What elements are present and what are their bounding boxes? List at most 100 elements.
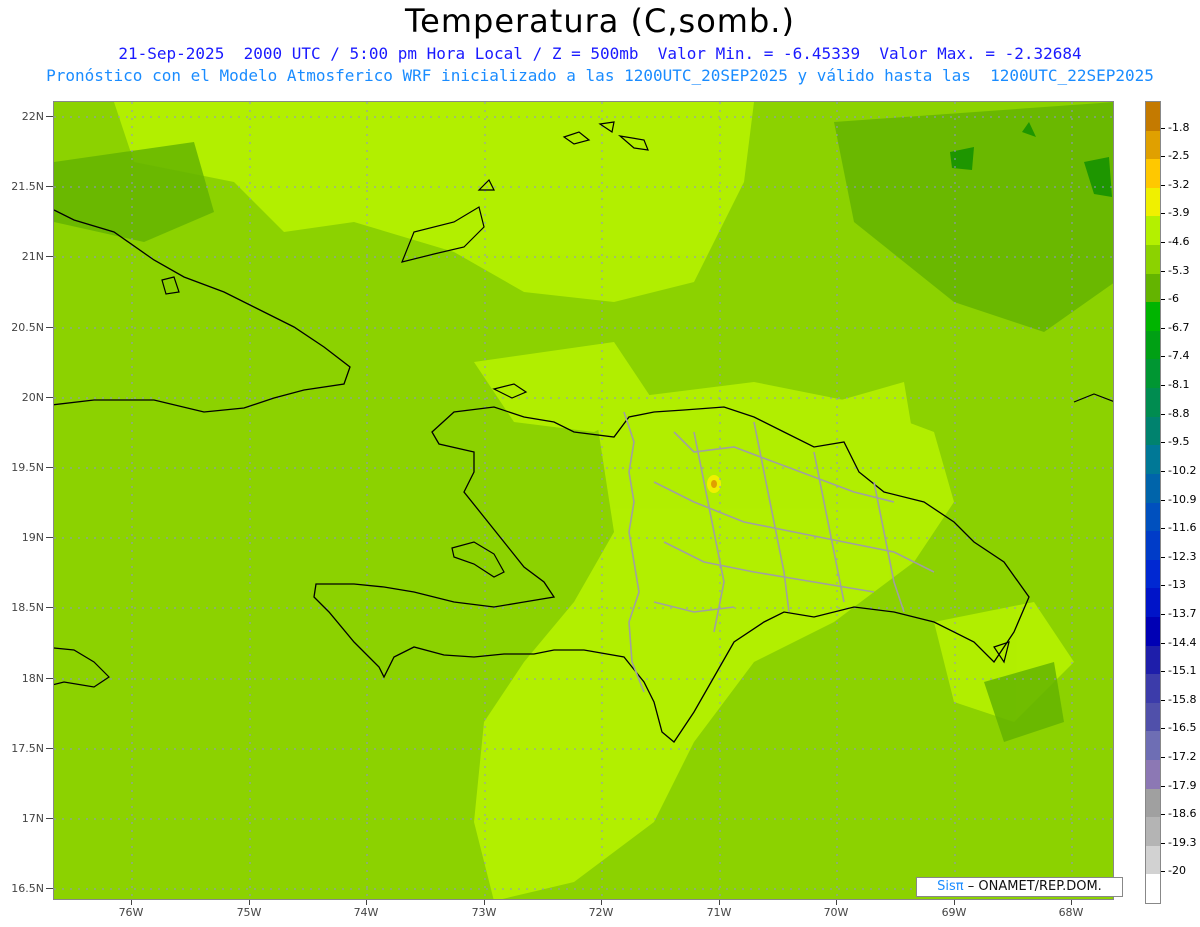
colorbar-label: -13.7 — [1168, 606, 1197, 620]
x-tick — [601, 900, 602, 905]
colorbar-label: -12.3 — [1168, 549, 1197, 563]
colorbar-swatch — [1146, 559, 1160, 589]
colorbar-tick — [1161, 299, 1165, 301]
colorbar-swatch — [1146, 159, 1160, 189]
colorbar-swatch — [1146, 817, 1160, 847]
colorbar-swatch — [1146, 473, 1160, 503]
colorbar-swatch — [1146, 130, 1160, 160]
colorbar-swatch — [1146, 502, 1160, 532]
colorbar-tick — [1161, 642, 1165, 644]
credit-text: – ONAMET/REP.DOM. — [967, 879, 1102, 894]
colorbar-tick — [1161, 156, 1165, 158]
colorbar-label: -14.4 — [1168, 635, 1197, 649]
x-tick — [836, 900, 837, 905]
colorbar-label: -10.2 — [1168, 463, 1197, 477]
y-label-18n: 18N — [21, 672, 44, 685]
x-tick — [954, 900, 955, 905]
colorbar-swatch — [1146, 674, 1160, 704]
y-label-17-5n: 17.5N — [11, 742, 44, 755]
x-label-75w: 75W — [236, 906, 262, 919]
colorbar-label: -17.2 — [1168, 749, 1197, 763]
y-tick — [46, 537, 53, 538]
colorbar-label: -15.1 — [1168, 664, 1197, 678]
colorbar-tick — [1161, 585, 1165, 587]
colorbar-tick — [1161, 671, 1165, 673]
x-label-76w: 76W — [118, 906, 144, 919]
colorbar-tick — [1161, 842, 1165, 844]
colorbar-label: -8.8 — [1168, 406, 1190, 420]
colorbar-label: -18.6 — [1168, 807, 1197, 821]
y-label-18-5n: 18.5N — [11, 601, 44, 614]
colorbar-label: -3.2 — [1168, 177, 1190, 191]
colorbar-swatch — [1146, 788, 1160, 818]
colorbar-tick — [1161, 184, 1165, 186]
y-tick — [46, 888, 53, 889]
colorbar-tick — [1161, 442, 1165, 444]
colorbar-tick — [1161, 528, 1165, 530]
colorbar-label: -2.5 — [1168, 149, 1190, 163]
model-info-line: Pronóstico con el Modelo Atmosferico WRF… — [46, 66, 1154, 85]
sis-logo-text: Sisπ — [937, 879, 964, 894]
colorbar-tick — [1161, 356, 1165, 358]
colorbar-tick — [1161, 871, 1165, 873]
y-label-16-5n: 16.5N — [11, 882, 44, 895]
colorbar-tick — [1161, 556, 1165, 558]
x-tick — [131, 900, 132, 905]
temperature-map[interactable] — [53, 101, 1114, 900]
x-tick — [249, 900, 250, 905]
colorbar-label: -20 — [1168, 864, 1186, 878]
colorbar-tick — [1161, 728, 1165, 730]
colorbar-tick — [1161, 785, 1165, 787]
colorbar-swatch — [1146, 302, 1160, 332]
x-label-72w: 72W — [588, 906, 614, 919]
x-label-70w: 70W — [823, 906, 849, 919]
x-tick — [484, 900, 485, 905]
y-tick — [46, 327, 53, 328]
colorbar-tick — [1161, 470, 1165, 472]
x-label-71w: 71W — [706, 906, 732, 919]
y-tick — [46, 397, 53, 398]
colorbar-swatch — [1146, 359, 1160, 389]
colorbar-label: -1.8 — [1168, 120, 1190, 134]
colorbar-tick — [1161, 327, 1165, 329]
colorbar-tick — [1161, 814, 1165, 816]
colorbar-label: -13 — [1168, 578, 1186, 592]
colorbar-swatch — [1146, 874, 1160, 904]
colorbar-swatch — [1146, 416, 1160, 446]
colorbar-swatch — [1146, 102, 1160, 132]
y-tick — [46, 678, 53, 679]
colorbar-label: -16.5 — [1168, 721, 1197, 735]
colorbar-label: -6.7 — [1168, 320, 1190, 334]
colorbar-swatch — [1146, 445, 1160, 475]
colorbar-swatch — [1146, 388, 1160, 418]
colorbar-swatch — [1146, 759, 1160, 790]
colorbar-tick — [1161, 242, 1165, 244]
y-tick — [46, 607, 53, 608]
colorbar-swatch — [1146, 845, 1160, 875]
colorbar-tick — [1161, 213, 1165, 215]
colorbar-tick — [1161, 413, 1165, 415]
colorbar-tick — [1161, 613, 1165, 615]
colorbar-label: -15.8 — [1168, 692, 1197, 706]
y-tick — [46, 467, 53, 468]
y-tick — [46, 748, 53, 749]
colorbar-swatch — [1146, 702, 1160, 732]
x-label-73w: 73W — [471, 906, 497, 919]
colorbar-swatch — [1146, 588, 1160, 618]
colorbar-label: -3.9 — [1168, 206, 1190, 220]
colorbar-label: -19.3 — [1168, 835, 1197, 849]
colorbar-swatch — [1146, 531, 1160, 561]
y-label-22n: 22N — [21, 110, 44, 123]
y-label-19-5n: 19.5N — [11, 461, 44, 474]
colorbar-tick — [1161, 385, 1165, 387]
x-label-68w: 68W — [1058, 906, 1084, 919]
colorbar-swatch — [1146, 187, 1160, 217]
colorbar-label: -6 — [1168, 292, 1179, 306]
colorbar-tick — [1161, 499, 1165, 501]
map-title: Temperatura (C,somb.) — [405, 2, 795, 40]
colorbar-swatch — [1146, 616, 1160, 647]
colorbar — [1145, 101, 1161, 904]
colorbar-label: -4.6 — [1168, 235, 1190, 249]
y-tick — [46, 186, 53, 187]
y-label-21n: 21N — [21, 250, 44, 263]
